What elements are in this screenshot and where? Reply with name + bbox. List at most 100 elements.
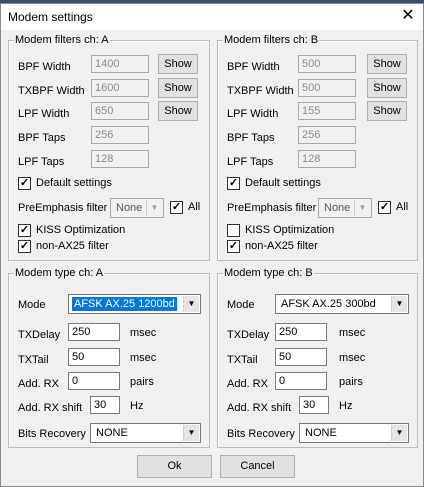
txdelay-input[interactable]: 250 xyxy=(68,323,120,341)
bpf-width-label: BPF Width xyxy=(227,61,280,73)
kiss-optimization-checkbox[interactable] xyxy=(227,224,240,237)
txbpf-width-input[interactable]: 500 xyxy=(298,79,356,97)
txtail-input[interactable]: 50 xyxy=(68,348,120,366)
chevron-down-icon[interactable]: ▼ xyxy=(146,200,162,216)
txbpf-width-label: TXBPF Width xyxy=(18,85,85,97)
default-settings-label: Default settings xyxy=(36,177,112,189)
txtail-label: TXTail xyxy=(227,354,258,366)
bits-recovery-select[interactable]: NONE ▼ xyxy=(299,423,409,443)
cancel-button[interactable]: Cancel xyxy=(220,455,295,478)
mode-value: AFSK AX.25 1200bd xyxy=(72,297,177,311)
txbpf-width-show-button[interactable]: Show xyxy=(367,78,407,98)
title-bar: Modem settings ✕ xyxy=(1,4,423,30)
txtail-label: TXTail xyxy=(18,354,49,366)
modem-type-ch-a: Modem type ch: A Mode AFSK AX.25 1200bd … xyxy=(8,267,210,448)
modem-settings-dialog: Modem settings ✕ Modem filters ch: A BPF… xyxy=(0,3,424,487)
kiss-optimization-label: KISS Optimization xyxy=(245,224,335,236)
txdelay-input[interactable]: 250 xyxy=(275,323,327,341)
lpf-width-input[interactable]: 155 xyxy=(298,102,356,120)
lpf-taps-label: LPF Taps xyxy=(227,156,274,168)
txbpf-width-show-button[interactable]: Show xyxy=(158,78,198,98)
bpf-width-show-button[interactable]: Show xyxy=(367,54,407,74)
modem-filters-ch-a: Modem filters ch: A BPF Width 1400 Show … xyxy=(8,34,210,261)
txtail-unit: msec xyxy=(339,352,366,364)
bpf-taps-input[interactable]: 256 xyxy=(91,126,149,144)
group-legend: Modem type ch: A xyxy=(14,267,105,280)
preemphasis-select[interactable]: None ▼ xyxy=(318,198,372,218)
lpf-width-label: LPF Width xyxy=(18,108,70,120)
default-settings-checkbox[interactable]: ✓ xyxy=(227,177,240,190)
add-rx-shift-label: Add. RX shift xyxy=(227,402,292,414)
preemphasis-value: None xyxy=(116,202,143,214)
lpf-taps-label: LPF Taps xyxy=(18,156,65,168)
mode-select[interactable]: AFSK AX.25 1200bd ▼ xyxy=(68,294,201,314)
add-rx-input[interactable]: 0 xyxy=(68,372,120,390)
bits-recovery-value: NONE xyxy=(96,427,128,439)
non-ax25-filter-label: non-AX25 filter xyxy=(36,240,109,252)
preemphasis-value: None xyxy=(324,202,351,214)
add-rx-shift-label: Add. RX shift xyxy=(18,402,83,414)
lpf-width-input[interactable]: 650 xyxy=(91,102,149,120)
chevron-down-icon[interactable]: ▼ xyxy=(354,200,370,216)
kiss-optimization-label: KISS Optimization xyxy=(36,224,126,236)
lpf-width-show-button[interactable]: Show xyxy=(367,101,407,121)
non-ax25-filter-label: non-AX25 filter xyxy=(245,240,318,252)
bits-recovery-value: NONE xyxy=(305,427,337,439)
chevron-down-icon[interactable]: ▼ xyxy=(391,296,407,312)
bpf-width-input[interactable]: 1400 xyxy=(91,55,149,73)
chevron-down-icon[interactable]: ▼ xyxy=(391,425,407,441)
bpf-width-label: BPF Width xyxy=(18,61,71,73)
txdelay-label: TXDelay xyxy=(18,329,61,341)
mode-label: Mode xyxy=(227,299,255,311)
kiss-optimization-checkbox[interactable]: ✓ xyxy=(18,224,31,237)
modem-filters-ch-b: Modem filters ch: B BPF Width 500 Show T… xyxy=(217,34,418,261)
bits-recovery-select[interactable]: NONE ▼ xyxy=(90,423,201,443)
all-checkbox[interactable]: ✓ xyxy=(378,201,391,214)
modem-type-ch-b: Modem type ch: B Mode AFSK AX.25 300bd ▼… xyxy=(217,267,418,448)
lpf-taps-input[interactable]: 128 xyxy=(91,150,149,168)
add-rx-label: Add. RX xyxy=(227,378,268,390)
add-rx-unit: pairs xyxy=(339,376,363,388)
preemphasis-label: PreEmphasis filter xyxy=(18,202,108,214)
bpf-width-input[interactable]: 500 xyxy=(298,55,356,73)
add-rx-shift-unit: Hz xyxy=(130,400,144,412)
all-label: All xyxy=(396,201,409,213)
add-rx-label: Add. RX xyxy=(18,378,59,390)
lpf-taps-input[interactable]: 128 xyxy=(298,150,356,168)
bits-recovery-label: Bits Recovery xyxy=(227,428,295,440)
add-rx-shift-input[interactable]: 30 xyxy=(299,396,329,414)
add-rx-input[interactable]: 0 xyxy=(275,372,327,390)
ok-button[interactable]: Ok xyxy=(137,455,212,478)
default-settings-checkbox[interactable]: ✓ xyxy=(18,177,31,190)
group-legend: Modem type ch: B xyxy=(223,267,314,280)
txbpf-width-input[interactable]: 1600 xyxy=(91,79,149,97)
txdelay-unit: msec xyxy=(130,327,157,339)
non-ax25-filter-checkbox[interactable]: ✓ xyxy=(18,240,31,253)
chevron-down-icon[interactable]: ▼ xyxy=(183,425,199,441)
lpf-width-label: LPF Width xyxy=(227,108,279,120)
non-ax25-filter-checkbox[interactable]: ✓ xyxy=(227,240,240,253)
mode-value: AFSK AX.25 300bd xyxy=(281,298,376,310)
all-checkbox[interactable]: ✓ xyxy=(170,201,183,214)
txtail-input[interactable]: 50 xyxy=(275,348,327,366)
group-legend: Modem filters ch: A xyxy=(14,34,110,47)
bpf-taps-label: BPF Taps xyxy=(227,132,275,144)
add-rx-shift-input[interactable]: 30 xyxy=(90,396,120,414)
close-icon[interactable]: ✕ xyxy=(399,7,417,25)
all-label: All xyxy=(188,201,201,213)
mode-label: Mode xyxy=(18,299,46,311)
txtail-unit: msec xyxy=(130,352,157,364)
chevron-down-icon[interactable]: ▼ xyxy=(183,296,199,312)
default-settings-label: Default settings xyxy=(245,177,321,189)
add-rx-shift-unit: Hz xyxy=(339,400,353,412)
bpf-width-show-button[interactable]: Show xyxy=(158,54,198,74)
txdelay-unit: msec xyxy=(339,327,366,339)
mode-select[interactable]: AFSK AX.25 300bd ▼ xyxy=(275,294,409,314)
window-title: Modem settings xyxy=(8,10,93,24)
bpf-taps-input[interactable]: 256 xyxy=(298,126,356,144)
lpf-width-show-button[interactable]: Show xyxy=(158,101,198,121)
preemphasis-select[interactable]: None ▼ xyxy=(110,198,164,218)
txdelay-label: TXDelay xyxy=(227,329,270,341)
txbpf-width-label: TXBPF Width xyxy=(227,85,294,97)
bpf-taps-label: BPF Taps xyxy=(18,132,66,144)
